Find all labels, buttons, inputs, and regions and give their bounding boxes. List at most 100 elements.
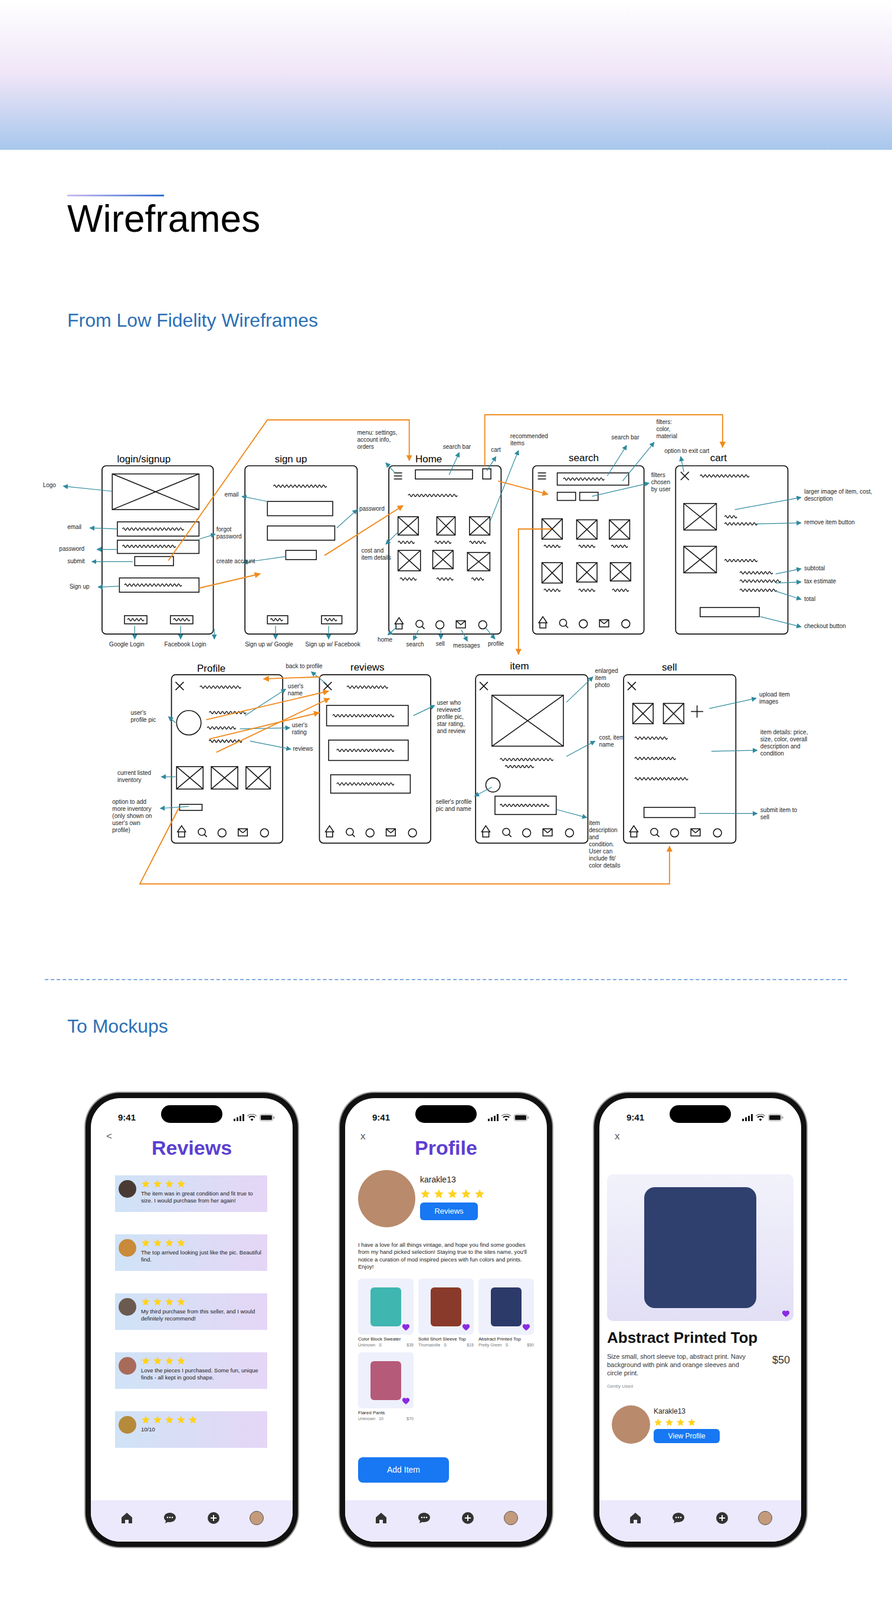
inventory-item[interactable]: Abstract Printed TopPretty GreenS$50 — [478, 1279, 534, 1349]
star-icon — [176, 1415, 186, 1425]
header-banner — [0, 0, 892, 150]
back-button[interactable]: < — [106, 1131, 113, 1142]
heart-icon[interactable] — [781, 1310, 790, 1318]
item-details: Unknown10 — [358, 1416, 384, 1422]
heart-icon[interactable] — [522, 1323, 531, 1332]
review-text: Love the pieces I purchased. Some fun, u… — [140, 1367, 264, 1382]
frame-title: sell — [661, 661, 678, 674]
annotation-arrow — [387, 627, 398, 636]
item-title: Abstract Printed Top — [607, 1328, 794, 1349]
annotation-arrow — [250, 741, 291, 750]
frame-title: login/signup — [117, 453, 172, 466]
annotation-arrow — [556, 809, 587, 818]
annotation-label: checkout button — [804, 622, 876, 631]
inventory-item[interactable]: Solid Short Sleeve TopThomasvilleS$15 — [418, 1279, 474, 1349]
seller-name: Karakle13 — [653, 1406, 720, 1418]
item-condition: Gently Used — [607, 1383, 794, 1391]
inventory-item[interactable]: Flared PantsUnknown10$70 — [358, 1352, 414, 1422]
profile-bio: I have a love for all things vintage, an… — [358, 1241, 534, 1271]
star-icon — [164, 1297, 175, 1307]
profile-avatar-icon[interactable] — [503, 1511, 518, 1526]
chat-icon[interactable] — [671, 1511, 686, 1526]
annotation-label: filters: color, material — [656, 418, 685, 441]
item-thumbnail[interactable] — [358, 1279, 414, 1336]
item-meta: Pretty GreenS$50 — [478, 1342, 534, 1349]
plus-icon[interactable] — [460, 1511, 475, 1526]
frame-title: item — [510, 660, 530, 673]
item-details: UnknownS — [358, 1342, 382, 1349]
annotation-label: upload item images — [759, 691, 806, 706]
star-icon — [664, 1418, 674, 1428]
annotation-arrow — [622, 442, 655, 482]
annotation-arrow — [328, 625, 329, 639]
item-description-row: Size small, short sleeve top, abstract p… — [607, 1352, 794, 1379]
profile-avatar-icon[interactable] — [758, 1511, 773, 1526]
annotation-arrow — [486, 456, 497, 471]
profile-avatar-icon[interactable] — [249, 1511, 264, 1526]
battery-icon — [259, 1114, 275, 1122]
item-size: S — [378, 1342, 382, 1349]
annotation-label: back to profile — [285, 663, 347, 671]
plus-icon[interactable] — [715, 1511, 730, 1526]
annotation-label: Facebook Login — [164, 641, 226, 649]
item-price: $15 — [466, 1342, 474, 1349]
item-name: Abstract Printed Top — [478, 1336, 534, 1343]
home-icon[interactable] — [119, 1511, 134, 1526]
close-button[interactable]: x — [614, 1131, 621, 1142]
reviews-button[interactable]: Reviews — [420, 1202, 478, 1221]
wireframe-frame — [388, 466, 501, 635]
annotation-label: submit — [67, 558, 98, 566]
annotation-label: search bar — [443, 443, 484, 451]
add-item-button[interactable]: Add Item — [358, 1457, 449, 1484]
review-body: Love the pieces I purchased. Some fun, u… — [140, 1356, 264, 1382]
item-thumbnail[interactable] — [358, 1352, 414, 1409]
close-button[interactable]: x — [360, 1131, 366, 1142]
flow-arrow — [484, 414, 723, 466]
item-thumbnail[interactable] — [478, 1279, 534, 1336]
dynamic-island — [669, 1105, 731, 1124]
flow-arrow — [205, 691, 329, 720]
star-icon — [176, 1297, 186, 1307]
wireframe-frame — [475, 674, 588, 844]
heart-icon[interactable] — [401, 1323, 411, 1332]
annotation-label: user's profile pic — [130, 709, 163, 724]
annotation-label: cost, item name — [599, 734, 625, 749]
review-body: 10/10 — [140, 1415, 198, 1434]
annotation-label: forgot password — [216, 526, 258, 541]
home-icon[interactable] — [628, 1511, 643, 1526]
plus-icon[interactable] — [206, 1511, 221, 1526]
bottom-nav — [90, 1500, 293, 1543]
heart-icon[interactable] — [461, 1323, 471, 1332]
annotation-arrow — [699, 813, 758, 815]
item-photo — [370, 1361, 402, 1401]
signal-icon — [233, 1114, 245, 1122]
screen-content: The item was in great condition and fit … — [90, 1166, 293, 1501]
frame-title: Home — [415, 453, 442, 466]
annotation-label: user's rating — [292, 722, 318, 737]
item-thumbnail[interactable] — [418, 1279, 474, 1336]
view-profile-button[interactable]: View Profile — [653, 1429, 720, 1444]
home-icon[interactable] — [374, 1511, 389, 1526]
star-icon — [140, 1356, 151, 1366]
star-icon — [676, 1418, 685, 1428]
annotation-label: seller's profile pic and name — [435, 798, 473, 813]
item-brand: Pretty Green — [478, 1342, 503, 1349]
annotation-arrow — [448, 452, 459, 475]
annotation-arrow — [336, 509, 358, 529]
flow-arrow — [168, 420, 409, 562]
chat-icon[interactable] — [417, 1511, 432, 1526]
annotation-label: current listed inventory — [117, 769, 164, 785]
heart-icon[interactable] — [401, 1397, 411, 1406]
phone-mockup: 9:41xAbstract Printed TopSize small, sho… — [594, 1093, 807, 1548]
item-photo — [490, 1287, 522, 1327]
item-details: Pretty GreenS — [478, 1342, 508, 1349]
star-rating — [140, 1238, 264, 1248]
annotation-label: option to add more inventory (only shown… — [112, 798, 159, 835]
annotation-arrow — [180, 625, 182, 639]
item-name: Color Block Sweater — [358, 1336, 414, 1343]
item-size: 10 — [378, 1416, 384, 1422]
annotation-arrow — [97, 586, 120, 588]
star-icon — [152, 1356, 163, 1366]
inventory-item[interactable]: Color Block SweaterUnknownS$35 — [358, 1279, 414, 1349]
chat-icon[interactable] — [162, 1511, 177, 1526]
